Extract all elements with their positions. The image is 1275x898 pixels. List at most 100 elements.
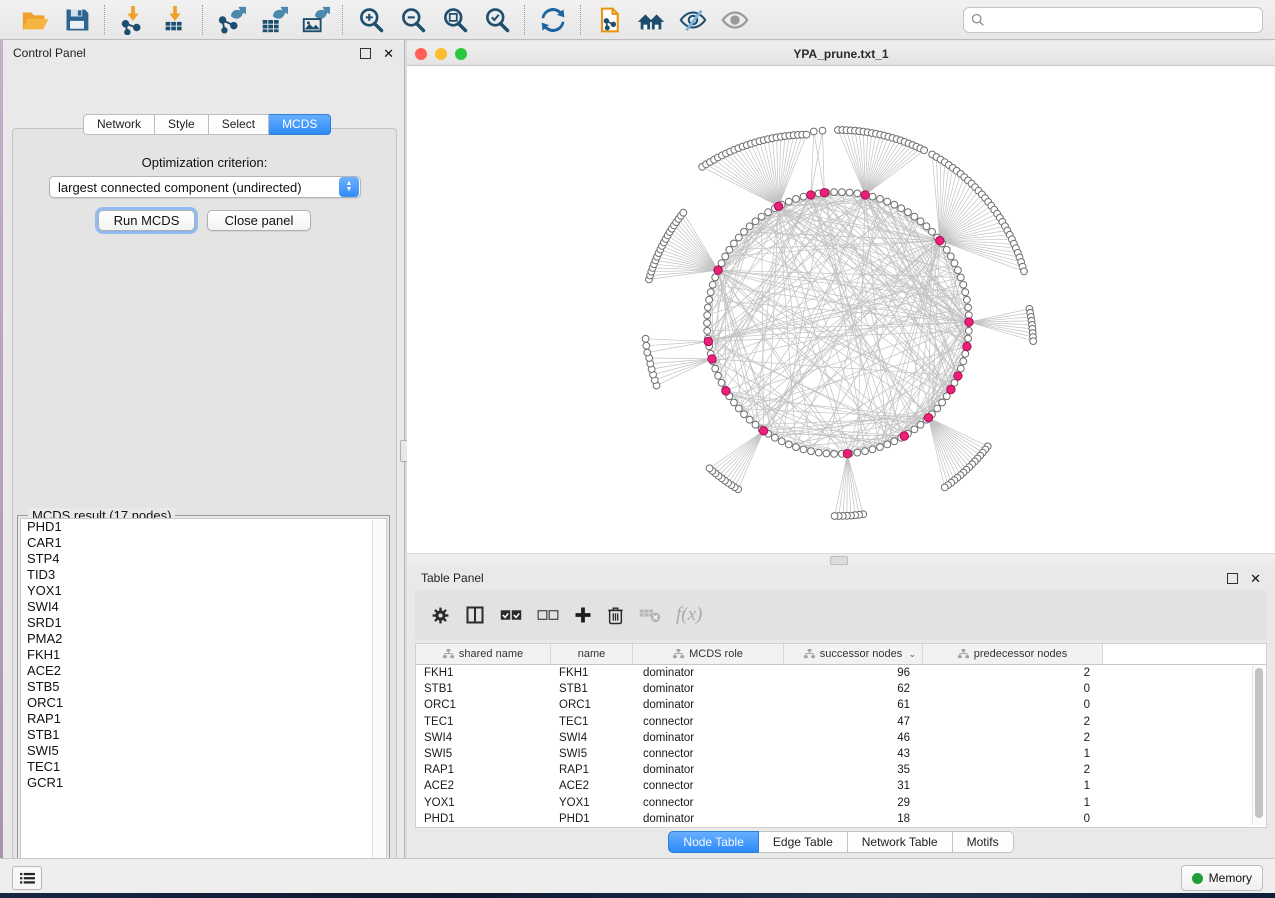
column-header-mcds-role[interactable]: MCDS role: [633, 644, 784, 664]
deselect-all-button[interactable]: [537, 608, 559, 622]
network-node[interactable]: [884, 441, 891, 448]
new-network-from-selection-button[interactable]: [592, 4, 626, 36]
network-node[interactable]: [943, 246, 950, 253]
network-node[interactable]: [939, 399, 946, 406]
table-row[interactable]: FKH1FKH1dominator962: [416, 665, 1266, 681]
network-node[interactable]: [831, 451, 838, 458]
mcds-hub-node[interactable]: [936, 236, 944, 244]
sort-chevron-icon[interactable]: ⌄: [908, 649, 916, 660]
network-node[interactable]: [898, 205, 905, 212]
network-node[interactable]: [951, 260, 958, 267]
first-neighbors-button[interactable]: [634, 4, 668, 36]
network-node[interactable]: [965, 327, 972, 334]
close-table-panel-icon[interactable]: ✕: [1250, 572, 1261, 585]
column-header-shared-name[interactable]: shared name: [416, 644, 551, 664]
network-node[interactable]: [854, 449, 861, 456]
network-node[interactable]: [884, 198, 891, 205]
mcds-result-item[interactable]: STP4: [21, 551, 386, 567]
network-node[interactable]: [735, 405, 742, 412]
network-node[interactable]: [800, 446, 807, 453]
network-node[interactable]: [726, 246, 733, 253]
close-panel-button[interactable]: Close panel: [207, 210, 311, 231]
network-node[interactable]: [921, 147, 928, 154]
network-node[interactable]: [923, 223, 930, 230]
network-node[interactable]: [854, 190, 861, 197]
table-row[interactable]: ORC1ORC1dominator610: [416, 697, 1266, 713]
mcds-hub-node[interactable]: [900, 432, 908, 440]
network-node[interactable]: [962, 289, 969, 296]
zoom-fit-button[interactable]: [438, 4, 472, 36]
network-node[interactable]: [819, 127, 826, 134]
network-node[interactable]: [704, 327, 711, 334]
task-history-button[interactable]: [12, 866, 42, 890]
network-node[interactable]: [803, 131, 810, 138]
network-node[interactable]: [785, 441, 792, 448]
search-input[interactable]: [991, 12, 1255, 28]
network-node[interactable]: [1030, 338, 1037, 345]
network-node[interactable]: [823, 450, 830, 457]
network-node[interactable]: [947, 253, 954, 260]
network-node[interactable]: [731, 399, 738, 406]
network-node[interactable]: [793, 196, 800, 203]
network-node[interactable]: [731, 240, 738, 247]
table-scrollbar-thumb[interactable]: [1255, 668, 1263, 818]
network-node[interactable]: [793, 444, 800, 451]
zoom-selected-button[interactable]: [480, 4, 514, 36]
tab-node-table[interactable]: Node Table: [668, 831, 759, 853]
mcds-hub-node[interactable]: [722, 387, 730, 395]
network-node[interactable]: [831, 189, 838, 196]
network-node[interactable]: [839, 189, 846, 196]
network-node[interactable]: [929, 228, 936, 235]
mcds-result-item[interactable]: PMA2: [21, 631, 386, 647]
mcds-hub-node[interactable]: [965, 318, 973, 326]
table-scrollbar-track[interactable]: [1252, 666, 1264, 825]
network-node[interactable]: [917, 421, 924, 428]
network-node[interactable]: [752, 218, 759, 225]
table-mode-gear-button[interactable]: [431, 606, 450, 625]
zoom-out-button[interactable]: [396, 4, 430, 36]
search-box[interactable]: [963, 7, 1263, 33]
mcds-result-item[interactable]: SWI5: [21, 743, 386, 759]
mcds-hub-node[interactable]: [963, 342, 971, 350]
table-row[interactable]: SWI4SWI4dominator462: [416, 730, 1266, 746]
network-node[interactable]: [905, 209, 912, 216]
export-table-button[interactable]: [256, 4, 290, 36]
mcds-hub-node[interactable]: [954, 372, 962, 380]
network-node[interactable]: [815, 449, 822, 456]
network-node[interactable]: [704, 320, 711, 327]
zoom-in-button[interactable]: [354, 4, 388, 36]
network-node[interactable]: [891, 201, 898, 208]
table-row[interactable]: PHD1PHD1dominator180: [416, 811, 1266, 827]
mcds-hub-node[interactable]: [820, 189, 828, 197]
network-node[interactable]: [962, 350, 969, 357]
hide-selected-button[interactable]: [676, 4, 710, 36]
network-node[interactable]: [771, 434, 778, 441]
network-node[interactable]: [709, 281, 716, 288]
network-node[interactable]: [960, 281, 967, 288]
mcds-hub-node[interactable]: [774, 202, 782, 210]
network-node[interactable]: [877, 444, 884, 451]
mcds-hub-node[interactable]: [759, 427, 767, 435]
network-node[interactable]: [869, 193, 876, 200]
network-node[interactable]: [846, 189, 853, 196]
export-network-button[interactable]: [214, 4, 248, 36]
network-node[interactable]: [765, 209, 772, 216]
table-row[interactable]: ACE2ACE2connector311: [416, 778, 1266, 794]
network-node[interactable]: [778, 438, 785, 445]
refresh-button[interactable]: [536, 4, 570, 36]
network-node[interactable]: [704, 312, 711, 319]
network-node[interactable]: [735, 234, 742, 241]
mcds-result-item[interactable]: ACE2: [21, 663, 386, 679]
tab-edge-table[interactable]: Edge Table: [759, 831, 848, 853]
mcds-hub-node[interactable]: [843, 450, 851, 458]
memory-button[interactable]: Memory: [1181, 865, 1263, 891]
network-node[interactable]: [911, 213, 918, 220]
close-panel-icon[interactable]: ✕: [383, 47, 394, 60]
mcds-result-item[interactable]: FKH1: [21, 647, 386, 663]
mcds-result-item[interactable]: STB5: [21, 679, 386, 695]
import-table-button[interactable]: [158, 4, 192, 36]
network-node[interactable]: [705, 304, 712, 311]
network-node[interactable]: [869, 446, 876, 453]
import-network-button[interactable]: [116, 4, 150, 36]
column-header-name[interactable]: name: [551, 644, 633, 664]
